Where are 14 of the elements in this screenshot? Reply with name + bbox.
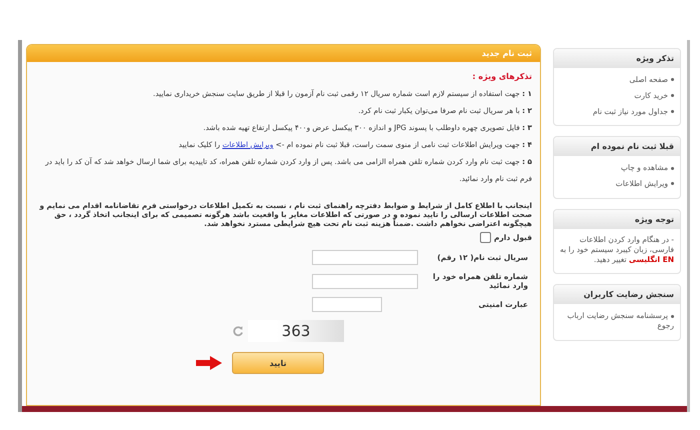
panel-title: توجه ویژه — [554, 210, 680, 229]
panel-title: قبلا ثبت نام نموده ام — [554, 137, 680, 156]
input-field[interactable] — [312, 250, 418, 266]
notes-heading: تذکرهای ویژه : — [471, 72, 532, 81]
captcha-image: 363 — [248, 320, 344, 342]
accept-checkbox[interactable] — [480, 232, 491, 244]
panel-title: سنجش رضایت کاربران — [554, 285, 680, 304]
arrow-icon — [196, 356, 222, 370]
input-field[interactable] — [312, 297, 382, 312]
submit-button[interactable]: تایید — [232, 352, 324, 374]
refresh-icon[interactable] — [232, 325, 244, 338]
panel-title: تذکر ویژه — [554, 49, 680, 68]
input-field[interactable] — [312, 274, 418, 289]
panel-header: ثبت نام جدید — [27, 45, 540, 62]
